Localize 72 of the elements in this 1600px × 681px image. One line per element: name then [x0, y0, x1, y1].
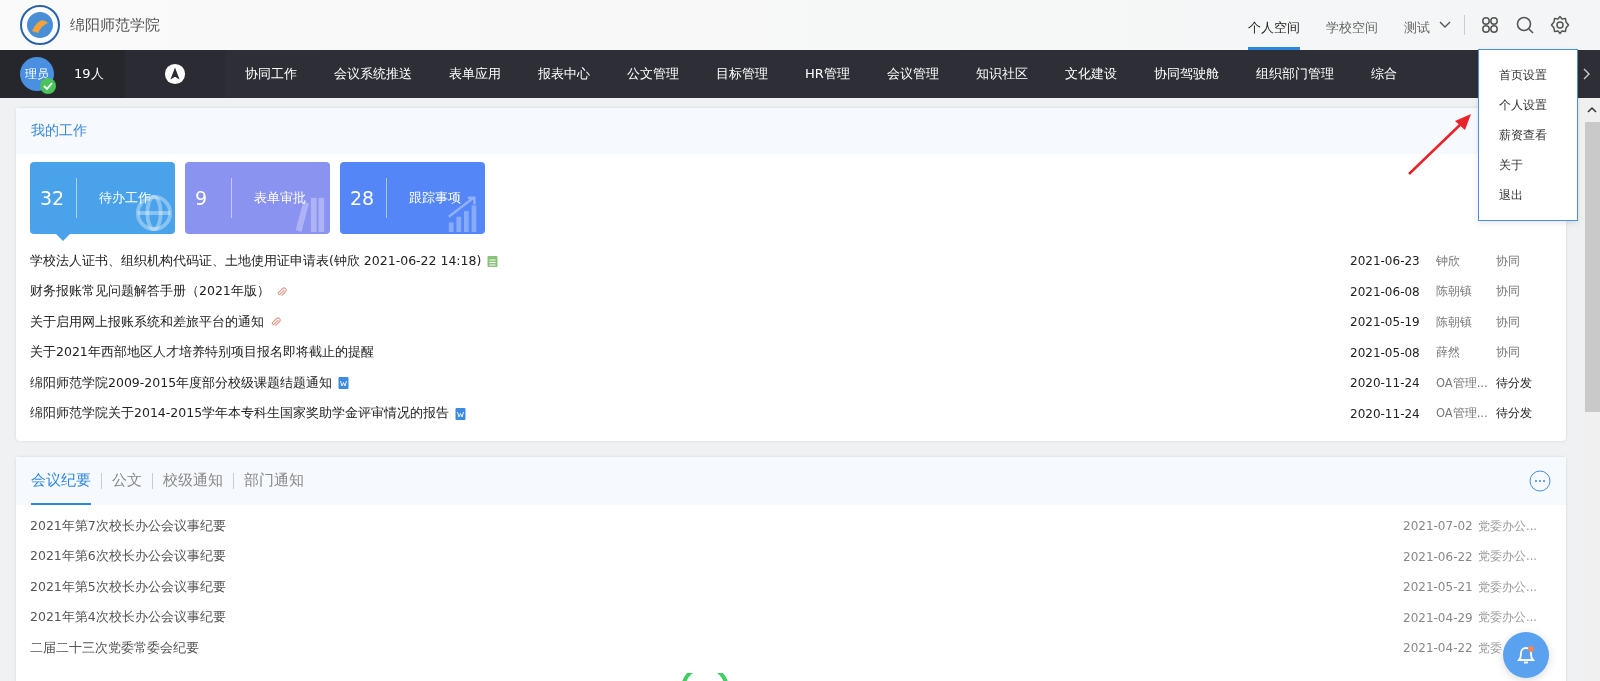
department-name: 党委办公... — [1478, 579, 1536, 595]
item-type: 协同 — [1496, 313, 1521, 331]
date-text: 2021-06-22 — [1403, 549, 1474, 564]
department-name: 党委办公... — [1478, 518, 1536, 534]
menu-item[interactable]: 关于 — [1479, 150, 1577, 180]
item-type: 协同 — [1496, 283, 1521, 301]
work-item-link[interactable]: 关于2021年西部地区人才培养特别项目报名即将截止的提醒 — [30, 344, 374, 362]
space-tab[interactable]: 学校空间 — [1326, 0, 1378, 50]
nav-item[interactable]: 知识社区 — [975, 65, 1028, 83]
date-text: 2021-04-29 — [1403, 610, 1474, 625]
sender-name: 陈朝镇 — [1436, 314, 1473, 330]
work-item-link[interactable]: 关于启用网上报账系统和差旅平台的通知 — [30, 313, 264, 331]
date-text: 2021-07-02 — [1403, 519, 1474, 534]
notice-tab[interactable]: 部门通知 — [244, 457, 304, 505]
notice-link[interactable]: 二届二十三次党委常委会纪要 — [30, 639, 199, 657]
date-text: 2021-05-21 — [1403, 580, 1474, 595]
notice-link[interactable]: 2021年第5次校长办公会议事纪要 — [30, 578, 226, 596]
menu-item[interactable]: 薪资查看 — [1479, 120, 1577, 150]
nav-item[interactable]: HR管理 — [805, 65, 850, 83]
item-type: 待分发 — [1496, 374, 1533, 392]
date-text: 2021-05-08 — [1350, 345, 1421, 360]
item-type: 协同 — [1496, 344, 1521, 362]
work-item-link[interactable]: 学校法人证书、组织机构代码证、土地使用证申请表(钟欣 2021-06-22 14:18) — [30, 252, 482, 270]
nav-item[interactable]: 目标管理 — [716, 65, 768, 83]
date-text: 2021-04-22 — [1403, 641, 1474, 656]
nav-item[interactable]: 表单应用 — [449, 65, 501, 83]
sender-name: 钟欣 — [1436, 253, 1461, 269]
item-type: 协同 — [1496, 252, 1521, 270]
date-text: 2021-06-08 — [1350, 284, 1421, 299]
menu-item[interactable]: 首页设置 — [1479, 60, 1577, 90]
date-text: 2021-05-19 — [1350, 315, 1421, 330]
work-item-link[interactable]: 绵阳师范学院2009-2015年度部分校级课题结题通知 — [30, 374, 333, 392]
notice-link[interactable]: 2021年第7次校长办公会议事纪要 — [30, 517, 226, 535]
sender-name: OA管理... — [1436, 375, 1489, 391]
work-item-link[interactable]: 财务报账常见问题解答手册（2021年版） — [30, 283, 270, 301]
date-text: 2021-06-23 — [1350, 254, 1421, 269]
notice-link[interactable]: 2021年第4次校长办公会议事纪要 — [30, 609, 226, 627]
card-label: 跟踪事项 — [409, 189, 461, 207]
nav-item[interactable]: 报表中心 — [538, 65, 590, 83]
department-name: 党委 — [1478, 640, 1503, 656]
sender-name: OA管理... — [1436, 406, 1489, 422]
panel-title: 我的工作 — [31, 122, 87, 140]
card-count: 9 — [195, 187, 209, 209]
sender-name: 薛然 — [1436, 345, 1461, 361]
online-count: 19人 — [74, 65, 104, 83]
notice-link[interactable]: 2021年第6次校长办公会议事纪要 — [30, 548, 226, 566]
work-item-link[interactable]: 绵阳师范学院关于2014-2015学年本专科生国家奖助学金评审情况的报告 — [30, 405, 450, 423]
menu-item[interactable]: 退出 — [1479, 180, 1577, 210]
item-type: 待分发 — [1496, 405, 1533, 423]
card-count: 32 — [40, 187, 66, 209]
date-text: 2020-11-24 — [1350, 406, 1421, 421]
nav-item[interactable]: 协同驾驶舱 — [1153, 65, 1219, 83]
space-tab[interactable]: 测试 — [1404, 0, 1430, 50]
notice-tab[interactable]: 公文 — [112, 457, 142, 505]
card-label: 待办工作 — [99, 189, 151, 207]
nav-item[interactable]: 协同工作 — [245, 65, 297, 83]
date-text: 2020-11-24 — [1350, 376, 1421, 391]
department-name: 党委办公... — [1478, 610, 1536, 626]
department-name: 党委办公... — [1478, 549, 1536, 565]
nav-item[interactable]: 公文管理 — [627, 65, 679, 83]
nav-item[interactable]: 会议管理 — [886, 65, 939, 83]
card-label: 表单审批 — [254, 189, 306, 207]
card-count: 28 — [350, 187, 376, 209]
nav-item[interactable]: 组织部门管理 — [1255, 65, 1334, 83]
nav-item[interactable]: 文化建设 — [1064, 65, 1117, 83]
menu-item[interactable]: 个人设置 — [1479, 90, 1577, 120]
nav-item[interactable]: 综合 — [1370, 65, 1397, 83]
notice-tab[interactable]: 会议纪要 — [31, 457, 91, 505]
nav-item[interactable]: 会议系统推送 — [334, 65, 412, 83]
sender-name: 陈朝镇 — [1436, 284, 1473, 300]
notice-tab[interactable]: 校级通知 — [163, 457, 223, 505]
school-name: 绵阳师范学院 — [70, 15, 160, 35]
